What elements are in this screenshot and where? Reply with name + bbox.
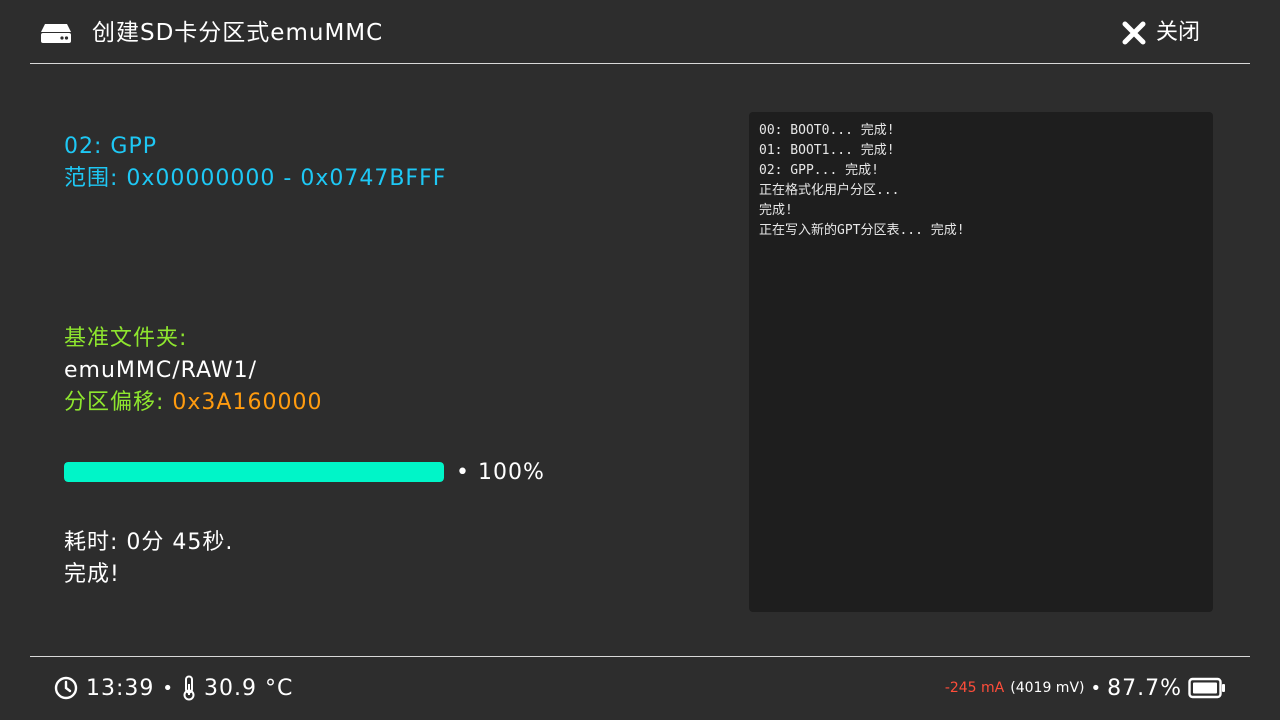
log-line: 01: BOOT1... 完成!: [759, 143, 895, 158]
header: 创建SD卡分区式emuMMC 关闭: [0, 0, 1280, 64]
clock-time: 13:39: [86, 675, 155, 701]
partition-range: 范围: 0x00000000 - 0x0747BFFF: [64, 166, 447, 191]
base-folder-label: 基准文件夹:: [64, 326, 188, 351]
log-line: 02: GPP... 完成!: [759, 163, 879, 178]
base-folder-value: emuMMC/RAW1/: [64, 358, 258, 383]
elapsed-time: 耗时: 0分 45秒.: [64, 530, 234, 555]
progress-percent: • 100%: [456, 460, 545, 485]
separator: •: [1090, 677, 1102, 699]
x-icon: [1122, 21, 1146, 45]
header-divider: [30, 63, 1250, 64]
clock-icon: [54, 676, 78, 700]
progress-bar: [64, 462, 444, 482]
offset-label: 分区偏移:: [64, 390, 173, 415]
temperature: 30.9 °C: [204, 675, 294, 701]
offset-value: 0x3A160000: [172, 390, 323, 415]
partition-offset: 分区偏移: 0x3A160000: [64, 388, 322, 418]
status-text: 完成!: [64, 562, 120, 587]
log-panel: 00: BOOT0... 完成! 01: BOOT1... 完成! 02: GP…: [749, 112, 1213, 612]
page-title: 创建SD卡分区式emuMMC: [92, 20, 384, 46]
battery-icon: [1188, 677, 1225, 699]
status-left: 13:39 • 30.9 °C: [54, 673, 293, 703]
thermometer-icon: [183, 675, 195, 701]
drive-icon: [41, 24, 71, 43]
log-line: 00: BOOT0... 完成!: [759, 123, 895, 138]
status-bar: 13:39 • 30.9 °C -245 mA (4019 mV) • 87.7…: [0, 657, 1280, 720]
log-line: 正在格式化用户分区...: [759, 183, 900, 198]
screen: 创建SD卡分区式emuMMC 关闭 02: GPP 范围: 0x00000000…: [0, 0, 1280, 720]
battery-current: -245 mA: [944, 680, 1005, 696]
battery-percent: 87.7%: [1107, 675, 1182, 701]
separator: •: [162, 677, 175, 699]
close-button[interactable]: 关闭: [1122, 18, 1200, 48]
progress-fill: [64, 462, 444, 482]
status-right: -245 mA (4019 mV) • 87.7%: [945, 673, 1226, 703]
log-line: 完成!: [759, 203, 793, 218]
partition-name: 02: GPP: [64, 134, 157, 159]
log-line: 正在写入新的GPT分区表... 完成!: [759, 223, 965, 238]
battery-voltage: (4019 mV): [1010, 680, 1085, 696]
close-label: 关闭: [1156, 20, 1201, 45]
